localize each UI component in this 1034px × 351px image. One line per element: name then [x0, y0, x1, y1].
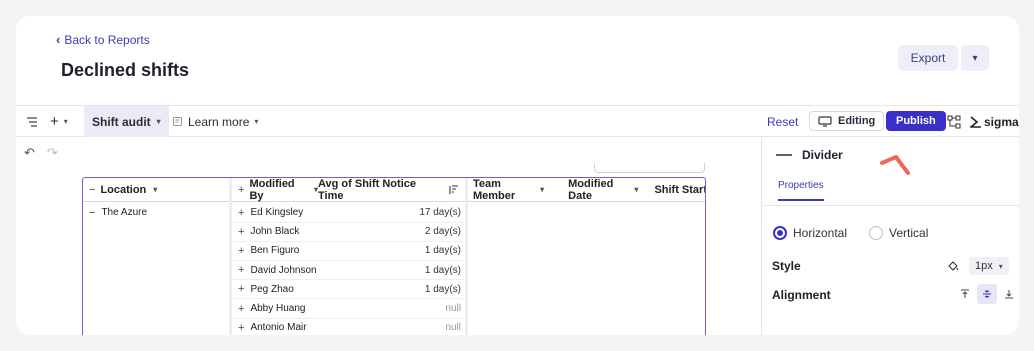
annotation-arrow-icon [880, 155, 910, 175]
expand-icon[interactable]: + [238, 245, 244, 257]
align-bottom-icon[interactable] [999, 284, 1019, 304]
column-header-team-member[interactable]: Team Member [473, 178, 533, 202]
chevron-down-icon: ▾ [254, 117, 259, 126]
tab-label: Learn more [188, 114, 250, 129]
redo-icon[interactable]: ↷ [47, 145, 58, 161]
modified-by-cell[interactable]: + John Black [238, 222, 299, 241]
chevron-down-icon: ▾ [634, 185, 639, 194]
workbook-toolbar: + ▾ Shift audit ▾ Learn more ▾ Reset Edi… [16, 105, 1019, 137]
modified-by-cell[interactable]: + David Johnson [238, 261, 317, 280]
modified-by-cell[interactable]: + Ben Figuro [238, 241, 299, 260]
expand-icon[interactable]: + [238, 283, 244, 295]
chevron-left-icon: ‹ [56, 32, 61, 47]
sort-icon[interactable] [449, 184, 459, 195]
undo-icon[interactable]: ↶ [24, 145, 35, 161]
column-header-avg-shift-notice[interactable]: Avg of Shift Notice Time [318, 178, 465, 202]
tab-shift-audit[interactable]: Shift audit ▾ [84, 106, 169, 137]
align-top-icon[interactable] [955, 284, 975, 304]
column-headers-details: Team Member ▾ Modified Date ▾ Shift Star… [468, 178, 705, 202]
modified-by-cell[interactable]: + Peg Zhao [238, 280, 294, 299]
chevron-down-icon: ▾ [998, 261, 1003, 271]
expand-icon[interactable]: + [238, 207, 244, 219]
page-list-icon[interactable] [26, 106, 38, 137]
publish-button[interactable]: Publish [886, 111, 946, 131]
tab-learn-more[interactable]: Learn more ▾ [172, 106, 258, 137]
column-header-modified-date[interactable]: Modified Date [568, 178, 627, 202]
notice-time-cell[interactable]: null [318, 299, 461, 318]
stroke-width-select[interactable]: 1px ▾ [969, 257, 1009, 275]
brand-name: sigma [984, 114, 1019, 129]
page-title: Declined shifts [61, 60, 190, 80]
tab-properties[interactable]: Properties [778, 180, 824, 201]
divider-icon [776, 154, 792, 156]
expand-icon[interactable]: + [238, 303, 244, 315]
notice-time-cell[interactable]: 17 day(s) [318, 203, 461, 222]
style-controls: 1px ▾ [947, 257, 1009, 275]
tab-label: Shift audit [92, 114, 151, 129]
collapse-icon[interactable]: − [89, 207, 95, 219]
chevron-down-icon: ▾ [63, 117, 68, 126]
chevron-down-icon: ▾ [540, 185, 545, 194]
collapse-icon[interactable]: − [89, 184, 95, 196]
expand-icon[interactable]: + [238, 184, 244, 196]
report-card: ‹ Back to Reports Declined shifts Export… [16, 16, 1019, 335]
plus-icon: + [50, 113, 59, 130]
export-button[interactable]: Export [898, 45, 958, 71]
element-header: Divider [776, 148, 843, 162]
paint-bucket-icon[interactable] [947, 260, 959, 272]
chevron-down-icon: ▾ [156, 117, 161, 126]
back-to-reports-link[interactable]: ‹ Back to Reports [56, 32, 150, 47]
column-header-modified-by[interactable]: + Modified By ▾ [232, 178, 318, 202]
horizontal-label: Horizontal [793, 226, 848, 240]
alignment-label: Alignment [772, 288, 831, 302]
modified-by-cell[interactable]: + Ed Kingsley [238, 203, 303, 222]
lineage-icon[interactable] [947, 106, 961, 137]
sigma-logo: sigma [970, 106, 1019, 137]
expand-icon[interactable]: + [238, 264, 244, 276]
modified-by-cell[interactable]: + Abby Huang [238, 299, 305, 318]
alignment-controls [955, 284, 1019, 304]
chevron-down-icon: ▾ [153, 185, 158, 194]
export-menu-button[interactable]: ▾ [961, 45, 989, 71]
table-search-box[interactable] [594, 163, 705, 173]
editing-mode-button[interactable]: Editing [809, 111, 885, 131]
document-icon [173, 117, 182, 126]
tab-underline [762, 205, 1019, 206]
modified-by-cell[interactable]: + Antonio Mair [238, 318, 307, 335]
notice-time-cell[interactable]: 2 day(s) [318, 222, 461, 241]
pivot-table: − Location ▾ + Modified By ▾ Avg of Shif… [82, 177, 706, 335]
sigma-mark-icon [970, 115, 981, 128]
horizontal-radio[interactable] [773, 226, 787, 240]
chevron-down-icon: ▾ [972, 52, 978, 64]
notice-time-cell[interactable]: 1 day(s) [318, 261, 461, 280]
notice-time-cell[interactable]: 1 day(s) [318, 280, 461, 299]
monitor-icon [818, 115, 832, 127]
editing-label: Editing [838, 115, 876, 127]
vertical-radio[interactable] [869, 226, 884, 240]
expand-icon[interactable]: + [238, 322, 244, 334]
column-header-shift-start[interactable]: Shift Start [654, 184, 705, 196]
vertical-label: Vertical [889, 226, 929, 240]
element-type: Divider [802, 148, 843, 162]
back-label: Back to Reports [64, 32, 150, 47]
orientation-options: Horizontal Vertical [773, 226, 928, 240]
notice-time-cell[interactable]: 1 day(s) [318, 241, 461, 260]
add-page-button[interactable]: + ▾ [50, 106, 68, 137]
style-label: Style [772, 259, 801, 273]
align-middle-icon[interactable] [977, 284, 997, 304]
column-header-location[interactable]: − Location ▾ [83, 178, 229, 202]
location-cell[interactable]: − The Azure [89, 203, 147, 222]
notice-time-cell[interactable]: null [318, 318, 461, 335]
reset-button[interactable]: Reset [767, 106, 798, 137]
expand-icon[interactable]: + [238, 226, 244, 238]
